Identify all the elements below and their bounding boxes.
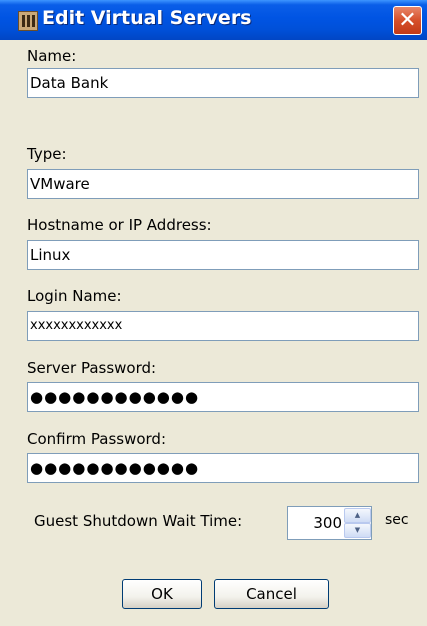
confirm-password-input[interactable]: ●●●●●●●●●●●● [27,453,419,483]
type-input[interactable]: VMware [27,169,419,199]
wait-time-input[interactable]: 300 [288,507,342,539]
ok-button[interactable]: OK [122,579,202,609]
close-icon: ✕ [398,8,417,33]
edit-virtual-servers-dialog: Edit Virtual Servers ✕ Name: Data Bank T… [0,0,427,626]
cancel-button[interactable]: Cancel [214,579,329,609]
server-password-input[interactable]: ●●●●●●●●●●●● [27,382,419,412]
type-label: Type: [27,145,67,163]
dialog-title: Edit Virtual Servers [42,7,252,29]
confirm-password-label: Confirm Password: [27,430,167,448]
wait-time-unit: sec [385,512,409,528]
title-bar: Edit Virtual Servers ✕ [0,0,427,40]
wait-time-label: Guest Shutdown Wait Time: [34,512,243,530]
login-name-input[interactable]: xxxxxxxxxxxx [27,311,419,341]
server-app-icon [18,11,38,31]
hostname-label: Hostname or IP Address: [27,216,212,234]
spin-up-button[interactable]: ▲ [344,508,371,523]
wait-time-spinner: 300 ▲ ▼ [287,506,372,540]
hostname-input[interactable]: Linux [27,240,419,270]
spin-up-icon: ▲ [354,511,361,519]
spin-down-button[interactable]: ▼ [344,523,371,538]
close-button[interactable]: ✕ [393,6,422,35]
name-label: Name: [27,47,77,65]
server-password-label: Server Password: [27,359,157,377]
name-input[interactable]: Data Bank [27,68,419,98]
spin-down-icon: ▼ [354,526,361,534]
login-name-label: Login Name: [27,287,122,305]
